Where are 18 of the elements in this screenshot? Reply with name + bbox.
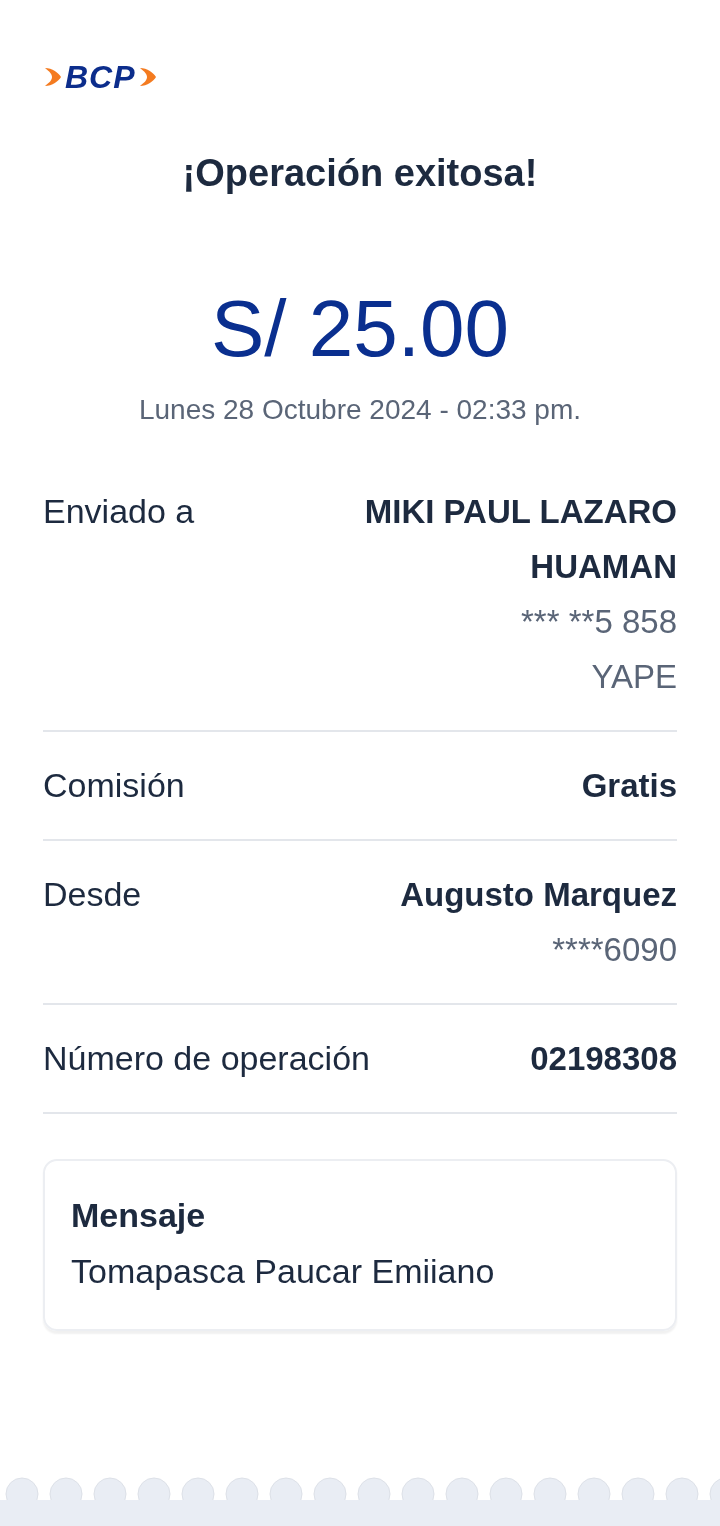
- page-title: ¡Operación exitosa!: [181, 151, 539, 196]
- date-time: Lunes 28 Octubre 2024 - 02:33 pm.: [137, 393, 583, 427]
- detail-label: Desde: [43, 874, 142, 915]
- chevron-icon: [43, 66, 63, 88]
- detail-label: Enviado a: [43, 491, 195, 532]
- detail-value: MIKI PAUL LAZARO HUAMAN: [363, 492, 677, 587]
- detail-subtext: YAPE: [591, 657, 677, 697]
- message-title: Mensaje: [71, 1195, 207, 1236]
- message-text: Tomapasca Paucar Emiiano: [71, 1251, 496, 1292]
- detail-label: Comisión: [43, 765, 185, 806]
- logo: BCP: [65, 58, 136, 96]
- detail-value: Gratis: [581, 766, 677, 806]
- detail-value: Augusto Marquez: [400, 875, 677, 915]
- detail-subtext: ****6090: [552, 930, 677, 970]
- amount: S/ 25.00: [210, 284, 510, 374]
- detail-label: Número de operación: [43, 1038, 370, 1079]
- detail-value: 02198308: [530, 1039, 677, 1079]
- detail-subtext: *** **5 858: [521, 602, 677, 642]
